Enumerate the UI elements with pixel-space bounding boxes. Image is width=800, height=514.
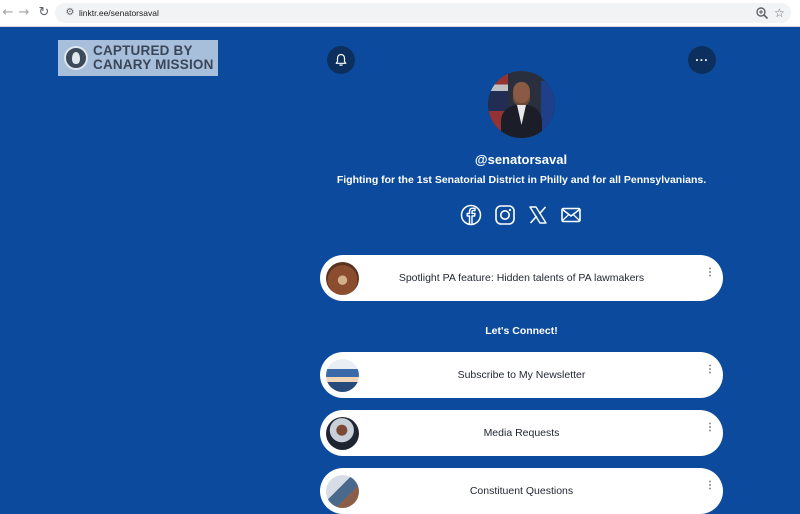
- watermark-line-1: CAPTURED BY: [93, 43, 193, 58]
- social-icons: [460, 204, 584, 228]
- facebook-icon[interactable]: [460, 204, 482, 226]
- profile-handle: @senatorsaval: [474, 152, 568, 167]
- instagram-icon[interactable]: [494, 204, 516, 226]
- link-label: Media Requests: [483, 427, 560, 439]
- link-thumbnail: [326, 475, 359, 508]
- site-info-icon[interactable]: ⚙: [63, 6, 77, 20]
- link-label: Spotlight PA feature: Hidden talents of …: [398, 272, 645, 284]
- zoom-icon[interactable]: [755, 6, 769, 20]
- avatar-flag-right: [541, 81, 555, 131]
- link-thumbnail: [326, 359, 359, 392]
- canary-mission-watermark: CAPTURED BY CANARY MISSION: [58, 40, 218, 76]
- bell-icon: [335, 53, 347, 66]
- link-more-icon[interactable]: ⋮: [705, 365, 715, 383]
- link-more-icon[interactable]: ⋮: [705, 268, 715, 286]
- more-dots-icon: ···: [695, 53, 709, 67]
- back-arrow-icon[interactable]: ←: [0, 5, 16, 21]
- avatar-face: [513, 82, 530, 103]
- email-icon[interactable]: [560, 204, 582, 226]
- address-bar[interactable]: ⚙ linktr.ee/senatorsaval ☆: [55, 3, 791, 23]
- link-more-icon[interactable]: ⋮: [705, 481, 715, 499]
- link-thumbnail: [326, 262, 359, 295]
- more-options-button[interactable]: ···: [688, 46, 716, 74]
- browser-toolbar: ← → ↻ ⚙ linktr.ee/senatorsaval ☆: [0, 0, 800, 27]
- link-more-icon[interactable]: ⋮: [705, 423, 715, 441]
- link-card-newsletter[interactable]: Subscribe to My Newsletter ⋮: [320, 352, 723, 398]
- watermark-text: CAPTURED BY CANARY MISSION: [93, 44, 214, 72]
- canary-mission-logo-icon: [64, 46, 88, 70]
- link-card-constituent-questions[interactable]: Constituent Questions ⋮: [320, 468, 723, 514]
- link-card-media-requests[interactable]: Media Requests ⋮: [320, 410, 723, 456]
- link-label: Constituent Questions: [469, 485, 574, 497]
- reload-icon[interactable]: ↻: [36, 5, 52, 21]
- link-thumbnail: [326, 417, 359, 450]
- forward-arrow-icon[interactable]: →: [16, 5, 32, 21]
- profile-bio: Fighting for the 1st Senatorial District…: [336, 174, 707, 186]
- x-icon[interactable]: [527, 204, 549, 226]
- section-title-connect: Let's Connect!: [485, 325, 558, 337]
- notification-button[interactable]: [327, 46, 355, 74]
- link-label: Subscribe to My Newsletter: [457, 369, 586, 381]
- link-card-spotlight[interactable]: Spotlight PA feature: Hidden talents of …: [320, 255, 723, 301]
- watermark-line-2: CANARY MISSION: [93, 57, 214, 72]
- profile-avatar: [488, 71, 555, 138]
- bookmark-star-icon[interactable]: ☆: [774, 4, 785, 22]
- url-text[interactable]: linktr.ee/senatorsaval: [79, 6, 159, 20]
